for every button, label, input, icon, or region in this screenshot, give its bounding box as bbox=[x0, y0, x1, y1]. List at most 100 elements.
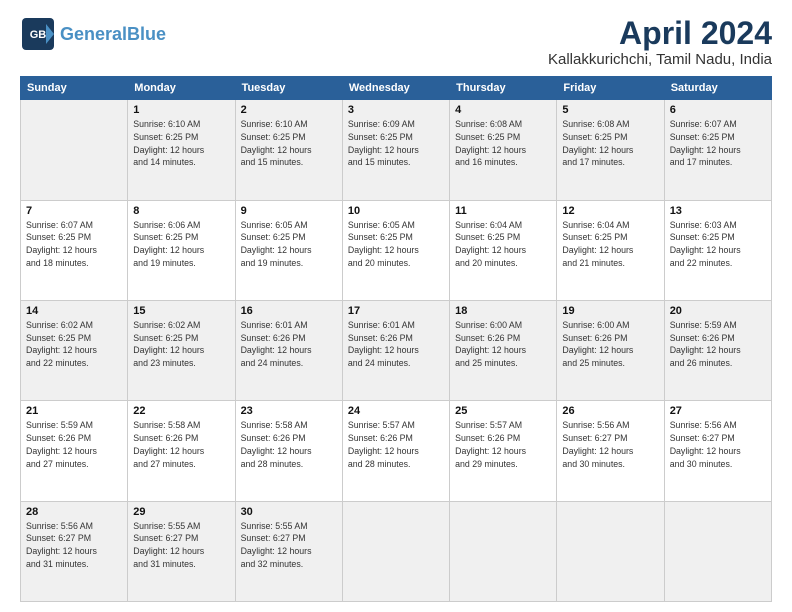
day-info: Sunrise: 5:59 AM Sunset: 6:26 PM Dayligh… bbox=[26, 419, 122, 470]
calendar-cell bbox=[664, 501, 771, 601]
day-number: 27 bbox=[670, 405, 766, 417]
calendar-cell: 24 Sunrise: 5:57 AM Sunset: 6:26 PM Dayli… bbox=[342, 401, 449, 501]
day-info: Sunrise: 6:00 AM Sunset: 6:26 PM Dayligh… bbox=[562, 319, 658, 370]
day-info: Sunrise: 5:56 AM Sunset: 6:27 PM Dayligh… bbox=[562, 419, 658, 470]
day-info: Sunrise: 6:08 AM Sunset: 6:25 PM Dayligh… bbox=[455, 118, 551, 169]
calendar-cell: 5 Sunrise: 6:08 AM Sunset: 6:25 PM Daylig… bbox=[557, 100, 664, 200]
calendar-body: 1 Sunrise: 6:10 AM Sunset: 6:25 PM Daylig… bbox=[21, 100, 772, 602]
calendar-cell: 15Sunrise: 6:02 AM Sunset: 6:25 PM Dayli… bbox=[128, 300, 235, 400]
day-info: Sunrise: 5:55 AM Sunset: 6:27 PM Dayligh… bbox=[133, 520, 229, 571]
day-info: Sunrise: 6:02 AM Sunset: 6:25 PM Dayligh… bbox=[26, 319, 122, 370]
logo-icon: GB bbox=[20, 16, 56, 52]
svg-text:GB: GB bbox=[30, 29, 47, 41]
day-number: 5 bbox=[562, 104, 658, 116]
day-info: Sunrise: 5:55 AM Sunset: 6:27 PM Dayligh… bbox=[241, 520, 337, 571]
day-info: Sunrise: 5:56 AM Sunset: 6:27 PM Dayligh… bbox=[670, 419, 766, 470]
calendar-cell: 6 Sunrise: 6:07 AM Sunset: 6:25 PM Daylig… bbox=[664, 100, 771, 200]
day-info: Sunrise: 6:10 AM Sunset: 6:25 PM Dayligh… bbox=[133, 118, 229, 169]
weekday-header-monday: Monday bbox=[128, 77, 235, 100]
logo-name: GeneralBlue bbox=[60, 25, 166, 43]
week-row-5: 28Sunrise: 5:56 AM Sunset: 6:27 PM Dayli… bbox=[21, 501, 772, 601]
logo-text-block: GeneralBlue bbox=[60, 25, 166, 43]
calendar-cell: 12 Sunrise: 6:04 AM Sunset: 6:25 PM Dayli… bbox=[557, 200, 664, 300]
week-row-4: 21 Sunrise: 5:59 AM Sunset: 6:26 PM Dayli… bbox=[21, 401, 772, 501]
day-number: 10 bbox=[348, 205, 444, 217]
calendar-cell: 25Sunrise: 5:57 AM Sunset: 6:26 PM Dayli… bbox=[450, 401, 557, 501]
day-info: Sunrise: 6:03 AM Sunset: 6:25 PM Dayligh… bbox=[670, 219, 766, 270]
logo-general: General bbox=[60, 24, 127, 44]
day-number: 17 bbox=[348, 305, 444, 317]
day-number: 16 bbox=[241, 305, 337, 317]
calendar-cell bbox=[21, 100, 128, 200]
weekday-header-tuesday: Tuesday bbox=[235, 77, 342, 100]
day-info: Sunrise: 6:02 AM Sunset: 6:25 PM Dayligh… bbox=[133, 319, 229, 370]
day-info: Sunrise: 6:04 AM Sunset: 6:25 PM Dayligh… bbox=[455, 219, 551, 270]
calendar-cell: 17 Sunrise: 6:01 AM Sunset: 6:26 PM Dayli… bbox=[342, 300, 449, 400]
day-number: 28 bbox=[26, 506, 122, 518]
day-info: Sunrise: 6:05 AM Sunset: 6:25 PM Dayligh… bbox=[241, 219, 337, 270]
calendar-cell: 22 Sunrise: 5:58 AM Sunset: 6:26 PM Dayli… bbox=[128, 401, 235, 501]
weekday-header-thursday: Thursday bbox=[450, 77, 557, 100]
calendar-cell bbox=[557, 501, 664, 601]
logo-blue: Blue bbox=[127, 24, 166, 44]
day-number: 19 bbox=[562, 305, 658, 317]
day-number: 14 bbox=[26, 305, 122, 317]
week-row-1: 1 Sunrise: 6:10 AM Sunset: 6:25 PM Daylig… bbox=[21, 100, 772, 200]
day-number: 12 bbox=[562, 205, 658, 217]
week-row-3: 14 Sunrise: 6:02 AM Sunset: 6:25 PM Dayli… bbox=[21, 300, 772, 400]
day-info: Sunrise: 6:07 AM Sunset: 6:25 PM Dayligh… bbox=[26, 219, 122, 270]
weekday-header-saturday: Saturday bbox=[664, 77, 771, 100]
day-info: Sunrise: 6:05 AM Sunset: 6:25 PM Dayligh… bbox=[348, 219, 444, 270]
day-number: 25 bbox=[455, 405, 551, 417]
day-number: 29 bbox=[133, 506, 229, 518]
weekday-row: SundayMondayTuesdayWednesdayThursdayFrid… bbox=[21, 77, 772, 100]
header: GB GeneralBlue April 2024 Kallakkurichch… bbox=[20, 16, 772, 68]
calendar-cell: 13Sunrise: 6:03 AM Sunset: 6:25 PM Dayli… bbox=[664, 200, 771, 300]
day-number: 4 bbox=[455, 104, 551, 116]
calendar-cell: 23 Sunrise: 5:58 AM Sunset: 6:26 PM Dayli… bbox=[235, 401, 342, 501]
calendar-cell: 18 Sunrise: 6:00 AM Sunset: 6:26 PM Dayli… bbox=[450, 300, 557, 400]
day-number: 30 bbox=[241, 506, 337, 518]
day-info: Sunrise: 6:06 AM Sunset: 6:25 PM Dayligh… bbox=[133, 219, 229, 270]
day-number: 8 bbox=[133, 205, 229, 217]
day-number: 18 bbox=[455, 305, 551, 317]
calendar-cell: 3Sunrise: 6:09 AM Sunset: 6:25 PM Daylig… bbox=[342, 100, 449, 200]
calendar-cell: 29 Sunrise: 5:55 AM Sunset: 6:27 PM Dayli… bbox=[128, 501, 235, 601]
calendar-cell: 11 Sunrise: 6:04 AM Sunset: 6:25 PM Dayli… bbox=[450, 200, 557, 300]
day-number: 24 bbox=[348, 405, 444, 417]
calendar-header: SundayMondayTuesdayWednesdayThursdayFrid… bbox=[21, 77, 772, 100]
day-info: Sunrise: 6:08 AM Sunset: 6:25 PM Dayligh… bbox=[562, 118, 658, 169]
day-info: Sunrise: 5:59 AM Sunset: 6:26 PM Dayligh… bbox=[670, 319, 766, 370]
logo: GB GeneralBlue bbox=[20, 16, 166, 52]
day-info: Sunrise: 5:57 AM Sunset: 6:26 PM Dayligh… bbox=[348, 419, 444, 470]
day-number: 21 bbox=[26, 405, 122, 417]
day-number: 2 bbox=[241, 104, 337, 116]
day-info: Sunrise: 6:00 AM Sunset: 6:26 PM Dayligh… bbox=[455, 319, 551, 370]
day-number: 26 bbox=[562, 405, 658, 417]
calendar-cell bbox=[342, 501, 449, 601]
day-number: 1 bbox=[133, 104, 229, 116]
calendar-cell: 16Sunrise: 6:01 AM Sunset: 6:26 PM Dayli… bbox=[235, 300, 342, 400]
day-number: 3 bbox=[348, 104, 444, 116]
calendar-cell: 10 Sunrise: 6:05 AM Sunset: 6:25 PM Dayli… bbox=[342, 200, 449, 300]
calendar-cell: 2 Sunrise: 6:10 AM Sunset: 6:25 PM Daylig… bbox=[235, 100, 342, 200]
calendar-cell: 14 Sunrise: 6:02 AM Sunset: 6:25 PM Dayli… bbox=[21, 300, 128, 400]
day-number: 11 bbox=[455, 205, 551, 217]
calendar-cell: 1 Sunrise: 6:10 AM Sunset: 6:25 PM Daylig… bbox=[128, 100, 235, 200]
day-number: 22 bbox=[133, 405, 229, 417]
day-info: Sunrise: 5:58 AM Sunset: 6:26 PM Dayligh… bbox=[241, 419, 337, 470]
day-info: Sunrise: 6:10 AM Sunset: 6:25 PM Dayligh… bbox=[241, 118, 337, 169]
day-info: Sunrise: 6:01 AM Sunset: 6:26 PM Dayligh… bbox=[348, 319, 444, 370]
calendar-cell: 21 Sunrise: 5:59 AM Sunset: 6:26 PM Dayli… bbox=[21, 401, 128, 501]
day-number: 6 bbox=[670, 104, 766, 116]
weekday-header-wednesday: Wednesday bbox=[342, 77, 449, 100]
day-info: Sunrise: 6:04 AM Sunset: 6:25 PM Dayligh… bbox=[562, 219, 658, 270]
day-number: 9 bbox=[241, 205, 337, 217]
day-info: Sunrise: 6:07 AM Sunset: 6:25 PM Dayligh… bbox=[670, 118, 766, 169]
day-info: Sunrise: 5:58 AM Sunset: 6:26 PM Dayligh… bbox=[133, 419, 229, 470]
weekday-header-sunday: Sunday bbox=[21, 77, 128, 100]
day-number: 23 bbox=[241, 405, 337, 417]
calendar-table: SundayMondayTuesdayWednesdayThursdayFrid… bbox=[20, 76, 772, 602]
calendar-cell: 19 Sunrise: 6:00 AM Sunset: 6:26 PM Dayli… bbox=[557, 300, 664, 400]
calendar-cell: 30 Sunrise: 5:55 AM Sunset: 6:27 PM Dayli… bbox=[235, 501, 342, 601]
